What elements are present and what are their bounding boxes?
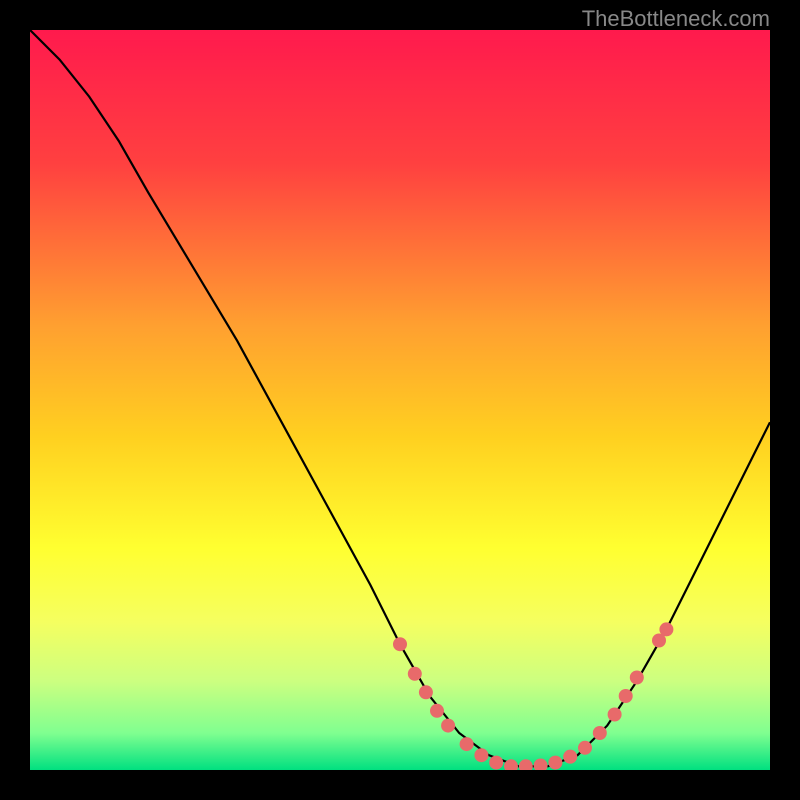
data-marker (441, 719, 455, 733)
data-marker (393, 637, 407, 651)
data-marker (474, 748, 488, 762)
data-marker (489, 756, 503, 770)
data-marker (659, 622, 673, 636)
curve-layer (30, 30, 770, 770)
data-marker (608, 708, 622, 722)
chart-container: TheBottleneck.com (0, 0, 800, 800)
watermark-text: TheBottleneck.com (582, 6, 770, 32)
data-markers (393, 622, 673, 770)
bottleneck-curve (30, 30, 770, 766)
data-marker (563, 750, 577, 764)
data-marker (534, 759, 548, 770)
plot-area (30, 30, 770, 770)
data-marker (408, 667, 422, 681)
data-marker (460, 737, 474, 751)
data-marker (419, 685, 433, 699)
data-marker (630, 671, 644, 685)
data-marker (519, 759, 533, 770)
data-marker (578, 741, 592, 755)
data-marker (430, 704, 444, 718)
data-marker (548, 756, 562, 770)
data-marker (619, 689, 633, 703)
data-marker (593, 726, 607, 740)
